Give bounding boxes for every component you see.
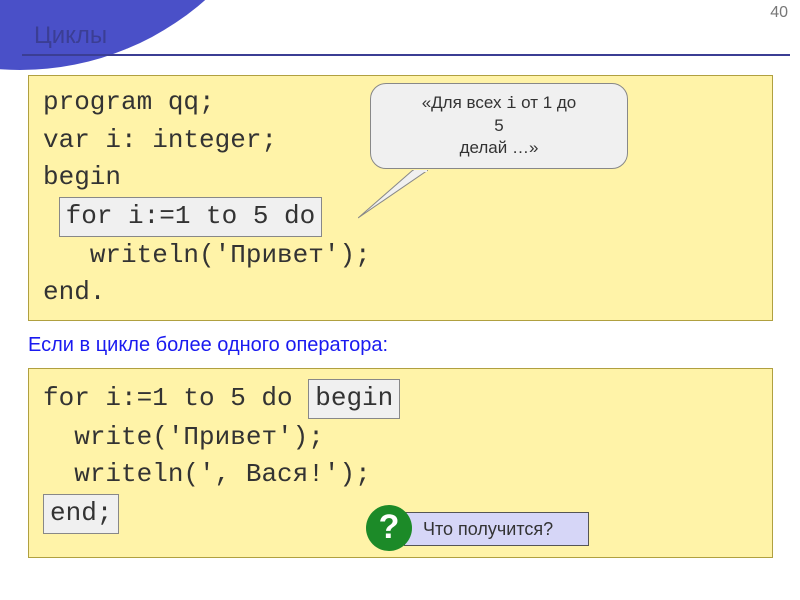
- code-line: writeln(', Вася!');: [43, 456, 758, 494]
- slide: 40 Циклы program qq; var i: integer; beg…: [0, 0, 800, 600]
- code-text: writeln('Привет');: [90, 240, 371, 270]
- question-box: Что получится?: [404, 512, 589, 546]
- code-text: write('Привет');: [74, 422, 324, 452]
- speech-bubble: «Для всех i от 1 до 5 делай …»: [370, 83, 628, 169]
- bubble-var-i: i: [506, 95, 516, 114]
- mid-caption: Если в цикле более одного оператора:: [28, 334, 388, 357]
- page-title: Циклы: [34, 22, 107, 50]
- page-number: 40: [770, 4, 788, 22]
- code-line: end.: [43, 274, 758, 312]
- code-text: writeln(', Вася!');: [74, 459, 370, 489]
- code-text: for i:=1 to 5 do: [43, 383, 308, 413]
- for-highlight: for i:=1 to 5 do: [59, 197, 323, 237]
- code-line: write('Привет');: [43, 419, 758, 457]
- question-mark-icon: ?: [366, 505, 412, 551]
- header-underline: [22, 54, 790, 56]
- code-line: for i:=1 to 5 do begin: [43, 379, 758, 419]
- bubble-text: от 1 до: [516, 93, 576, 112]
- end-highlight: end;: [43, 494, 119, 534]
- bubble-text: делай …»: [460, 138, 539, 157]
- begin-highlight: begin: [308, 379, 400, 419]
- bubble-text: «Для всех: [422, 93, 506, 112]
- bubble-text: 5: [494, 116, 503, 135]
- code-line: writeln('Привет');: [43, 237, 758, 275]
